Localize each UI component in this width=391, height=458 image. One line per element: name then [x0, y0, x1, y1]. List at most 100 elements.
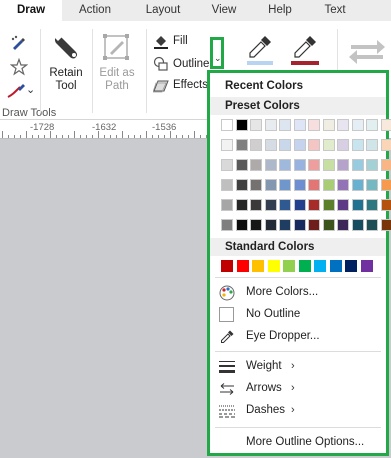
color-swatch[interactable]	[366, 219, 378, 231]
color-swatch[interactable]	[366, 159, 378, 171]
color-swatch[interactable]	[250, 199, 262, 211]
color-swatch[interactable]	[308, 159, 320, 171]
color-swatch[interactable]	[380, 119, 391, 131]
swap-arrows-icon[interactable]	[347, 35, 387, 65]
arrows-item[interactable]: Arrows ›	[210, 379, 386, 399]
color-swatch[interactable]	[322, 119, 335, 131]
color-swatch[interactable]	[221, 159, 233, 171]
color-swatch[interactable]	[279, 159, 291, 171]
color-swatch[interactable]	[235, 159, 248, 171]
fill-button[interactable]: Fill	[173, 35, 188, 47]
freehand-draw-icon[interactable]	[6, 81, 28, 99]
standard-color-swatch[interactable]	[252, 260, 264, 272]
outline-dropdown-toggle[interactable]: ⌄	[210, 37, 224, 69]
color-swatch[interactable]	[308, 219, 320, 231]
color-swatch[interactable]	[337, 219, 349, 231]
outline-button[interactable]: Outline	[173, 58, 209, 70]
color-swatch[interactable]	[293, 159, 306, 171]
color-swatch[interactable]	[221, 199, 233, 211]
color-swatch[interactable]	[264, 199, 277, 211]
color-swatch[interactable]	[235, 179, 248, 191]
color-swatch[interactable]	[293, 199, 306, 211]
color-swatch[interactable]	[264, 159, 277, 171]
color-swatch[interactable]	[337, 119, 349, 131]
color-swatch[interactable]	[351, 219, 364, 231]
retain-tool-button[interactable]: Retain Tool	[44, 67, 88, 93]
color-swatch[interactable]	[351, 159, 364, 171]
color-swatch[interactable]	[308, 119, 320, 131]
standard-color-swatch[interactable]	[298, 260, 311, 272]
color-swatch[interactable]	[322, 179, 335, 191]
standard-color-swatch[interactable]	[345, 260, 357, 272]
fill-bucket-icon[interactable]	[153, 35, 169, 49]
color-swatch[interactable]	[250, 139, 262, 151]
color-swatch[interactable]	[322, 139, 335, 151]
wrench-icon[interactable]	[50, 31, 82, 63]
edit-path-icon[interactable]	[100, 31, 134, 63]
more-colors-item[interactable]: More Colors...	[210, 283, 386, 303]
color-swatch[interactable]	[279, 139, 291, 151]
color-swatch[interactable]	[380, 219, 391, 231]
color-swatch[interactable]	[279, 219, 291, 231]
color-swatch[interactable]	[380, 159, 391, 171]
fill-eyedropper-icon[interactable]	[245, 33, 275, 67]
color-swatch[interactable]	[322, 219, 335, 231]
tab-layout[interactable]: Layout	[134, 0, 192, 21]
chevron-down-icon[interactable]: ⌄	[26, 83, 35, 96]
color-swatch[interactable]	[264, 139, 277, 151]
color-swatch[interactable]	[250, 119, 262, 131]
color-swatch[interactable]	[235, 119, 248, 131]
color-swatch[interactable]	[337, 179, 349, 191]
color-swatch[interactable]	[351, 199, 364, 211]
color-swatch[interactable]	[264, 119, 277, 131]
color-swatch[interactable]	[308, 139, 320, 151]
standard-color-swatch[interactable]	[360, 260, 373, 272]
color-swatch[interactable]	[351, 139, 364, 151]
standard-color-swatch[interactable]	[283, 260, 295, 272]
color-swatch[interactable]	[221, 179, 233, 191]
color-swatch[interactable]	[279, 179, 291, 191]
standard-color-swatch[interactable]	[329, 260, 342, 272]
color-swatch[interactable]	[337, 139, 349, 151]
color-swatch[interactable]	[351, 179, 364, 191]
edit-as-path-button[interactable]: Edit as Path	[94, 67, 140, 93]
color-swatch[interactable]	[235, 199, 248, 211]
color-swatch[interactable]	[279, 199, 291, 211]
color-swatch[interactable]	[293, 119, 306, 131]
color-swatch[interactable]	[322, 159, 335, 171]
tab-draw[interactable]: Draw	[0, 0, 62, 21]
color-swatch[interactable]	[264, 219, 277, 231]
color-swatch[interactable]	[380, 139, 391, 151]
color-swatch[interactable]	[250, 179, 262, 191]
color-swatch[interactable]	[337, 159, 349, 171]
pen-tool-icon[interactable]	[10, 35, 28, 51]
more-outline-options-item[interactable]: More Outline Options...	[210, 433, 386, 453]
standard-color-swatch[interactable]	[221, 260, 233, 272]
color-swatch[interactable]	[322, 199, 335, 211]
color-swatch[interactable]	[221, 219, 233, 231]
color-swatch[interactable]	[221, 139, 233, 151]
tab-action[interactable]: Action	[66, 0, 124, 21]
color-swatch[interactable]	[308, 199, 320, 211]
effects-button[interactable]: Effects	[173, 79, 208, 91]
color-swatch[interactable]	[293, 139, 306, 151]
color-swatch[interactable]	[279, 119, 291, 131]
color-swatch[interactable]	[235, 219, 248, 231]
color-swatch[interactable]	[337, 199, 349, 211]
color-swatch[interactable]	[308, 179, 320, 191]
color-swatch[interactable]	[380, 199, 391, 211]
weight-item[interactable]: Weight ›	[210, 357, 386, 377]
standard-color-swatch[interactable]	[267, 260, 280, 272]
star-shape-icon[interactable]	[10, 58, 28, 76]
tab-help[interactable]: Help	[258, 0, 302, 21]
color-swatch[interactable]	[366, 139, 378, 151]
color-swatch[interactable]	[221, 119, 233, 131]
color-swatch[interactable]	[293, 219, 306, 231]
color-swatch[interactable]	[366, 119, 378, 131]
dashes-item[interactable]: Dashes ›	[210, 401, 386, 421]
outline-eyedropper-icon[interactable]	[289, 33, 321, 67]
tab-text[interactable]: Text	[312, 0, 358, 21]
effects-icon[interactable]	[153, 79, 169, 93]
color-swatch[interactable]	[366, 179, 378, 191]
standard-color-swatch[interactable]	[236, 260, 249, 272]
